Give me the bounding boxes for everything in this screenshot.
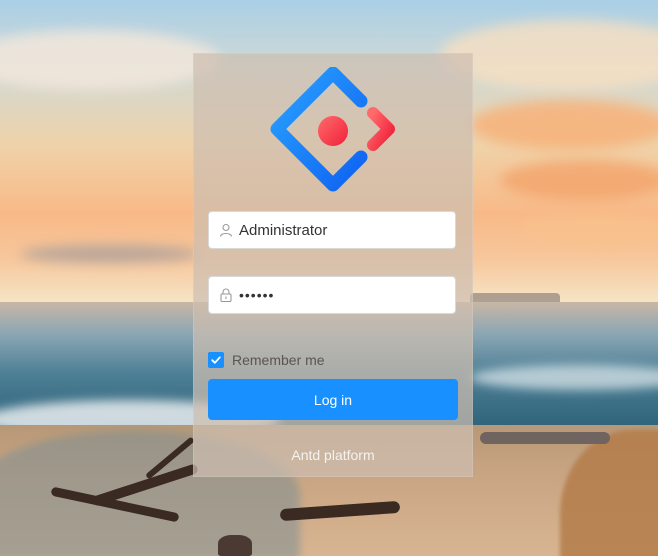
login-button[interactable]: Log in	[208, 379, 458, 420]
remember-me-checkbox[interactable]: Remember me	[208, 352, 325, 368]
username-field[interactable]	[208, 211, 456, 249]
remember-me-label: Remember me	[232, 352, 325, 368]
lock-icon	[220, 288, 232, 302]
driftwood	[480, 432, 610, 444]
login-card: Remember me Log in Antd platform	[193, 53, 473, 477]
password-field[interactable]	[208, 276, 456, 314]
rock	[218, 535, 252, 556]
antd-logo-icon	[270, 67, 395, 192]
footer-text: Antd platform	[291, 447, 375, 463]
password-input[interactable]	[239, 277, 449, 313]
check-icon[interactable]	[208, 352, 224, 368]
username-input[interactable]	[239, 212, 449, 248]
user-icon	[219, 223, 233, 237]
